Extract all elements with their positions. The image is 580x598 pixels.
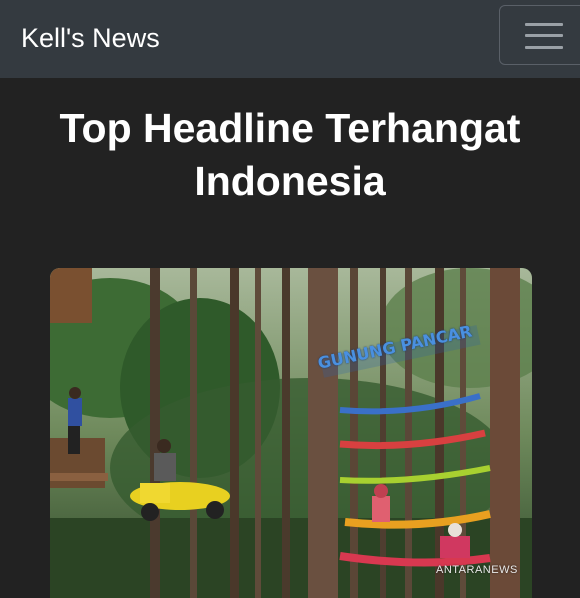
navbar: Kell's News bbox=[0, 0, 580, 78]
image-watermark: ANTARANEWS bbox=[436, 564, 518, 576]
navbar-toggle-button[interactable] bbox=[499, 5, 580, 65]
news-card-image[interactable] bbox=[50, 268, 532, 598]
news-card[interactable]: GUNUNG PANCAR ANTARANEWS bbox=[50, 268, 532, 598]
navbar-brand[interactable]: Kell's News bbox=[21, 18, 160, 58]
page-title: Top Headline Terhangat Indonesia bbox=[59, 105, 521, 204]
